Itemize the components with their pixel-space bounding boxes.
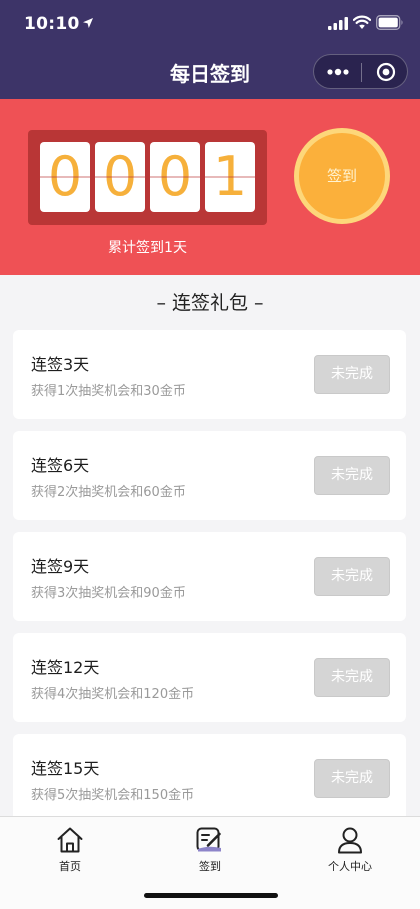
signin-day-counter: 0 0 0 1: [28, 130, 267, 225]
reward-title: 连签3天: [31, 355, 90, 374]
reward-card: 连签6天 获得2次抽奖机会和60金币 未完成: [13, 431, 406, 520]
status-time: 10:10: [24, 14, 80, 34]
reward-card: 连签3天 获得1次抽奖机会和30金币 未完成: [13, 330, 406, 419]
reward-card: 连签15天 获得5次抽奖机会和150金币 未完成: [13, 734, 406, 823]
reward-description: 获得1次抽奖机会和30金币: [31, 384, 186, 399]
signin-hero: 0 0 0 1 累计签到1天 签到: [0, 99, 420, 275]
reward-status-button[interactable]: 未完成: [314, 557, 390, 596]
capsule-divider: [361, 63, 362, 82]
header: 10:10 每日签到: [0, 0, 420, 99]
reward-status-button[interactable]: 未完成: [314, 658, 390, 697]
reward-status-button[interactable]: 未完成: [314, 355, 390, 394]
close-target-icon[interactable]: [376, 62, 396, 82]
wifi-icon: [353, 15, 371, 29]
tab-label: 首页: [59, 860, 81, 873]
tab-label: 签到: [199, 860, 221, 873]
counter-digit: 0: [40, 142, 90, 212]
reward-status-button[interactable]: 未完成: [314, 759, 390, 798]
reward-title: 连签6天: [31, 456, 90, 475]
reward-description: 获得3次抽奖机会和90金币: [31, 586, 186, 601]
tab-label: 个人中心: [328, 860, 372, 873]
user-icon: [338, 827, 362, 854]
reward-title: 连签9天: [31, 557, 90, 576]
counter-digit: 0: [150, 142, 200, 212]
counter-digit: 0: [95, 142, 145, 212]
battery-icon: [376, 15, 403, 30]
tab-profile[interactable]: 个人中心: [280, 817, 420, 877]
cellular-signal-icon: [328, 17, 348, 30]
reward-description: 获得5次抽奖机会和150金币: [31, 788, 195, 803]
reward-card: 连签9天 获得3次抽奖机会和90金币 未完成: [13, 532, 406, 621]
reward-status-button[interactable]: 未完成: [314, 456, 390, 495]
section-title: – 连签礼包 –: [156, 292, 264, 314]
checkin-icon: [196, 827, 221, 852]
tab-signin[interactable]: 签到: [140, 817, 280, 877]
reward-title: 连签15天: [31, 759, 100, 778]
total-signin-text: 累计签到1天: [108, 240, 187, 256]
signin-button[interactable]: 签到: [294, 128, 390, 224]
status-bar: 10:10: [0, 0, 420, 50]
home-icon: [57, 827, 83, 853]
reward-title: 连签12天: [31, 658, 100, 677]
more-dots-icon[interactable]: [326, 65, 350, 79]
reward-description: 获得2次抽奖机会和60金币: [31, 485, 186, 500]
mini-program-capsule: [313, 54, 408, 89]
reward-card: 连签12天 获得4次抽奖机会和120金币 未完成: [13, 633, 406, 722]
home-indicator: [144, 893, 278, 898]
tab-home[interactable]: 首页: [0, 817, 140, 877]
counter-digit: 1: [205, 142, 255, 212]
reward-description: 获得4次抽奖机会和120金币: [31, 687, 195, 702]
location-arrow-icon: [83, 18, 93, 28]
